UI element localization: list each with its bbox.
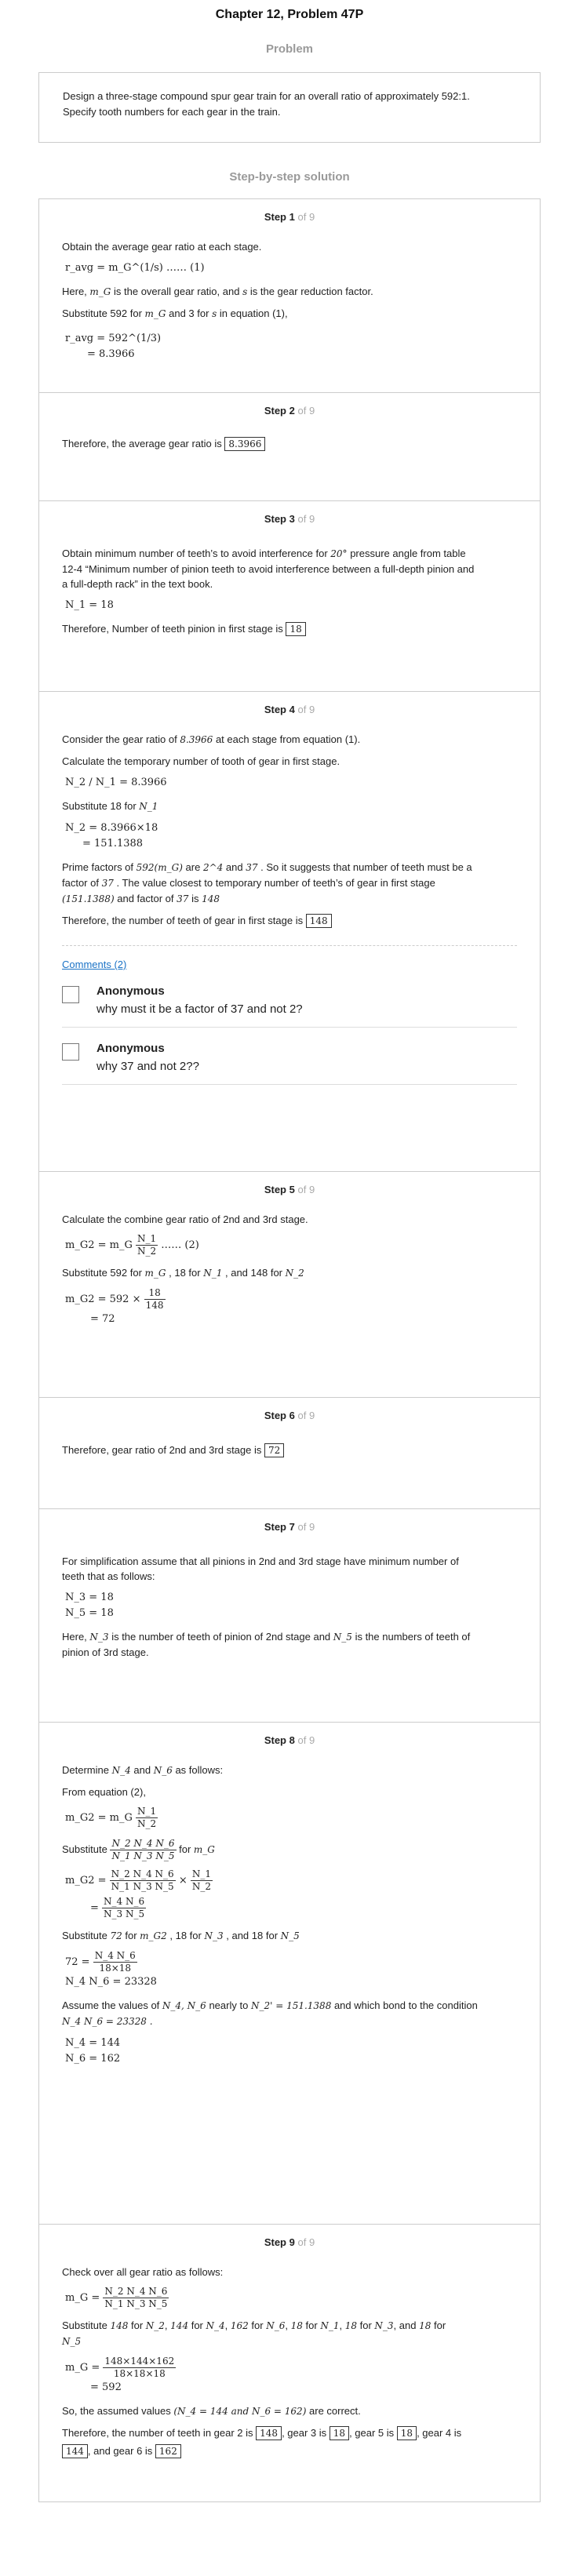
step-text: Therefore, the average gear ratio is 8.3… xyxy=(62,436,517,451)
comment-checkbox[interactable] xyxy=(62,1043,79,1061)
step-title: Step 9 of 9 xyxy=(264,2236,315,2248)
step-text: 12-4 “Minimum number of pinion teeth to … xyxy=(62,563,475,575)
comment-item: Anonymous why must it be a factor of 37 … xyxy=(62,984,517,1028)
answer-box: 148 xyxy=(256,2426,282,2440)
comment-text: why must it be a factor of 37 and not 2? xyxy=(96,1002,303,1016)
equation: 72 = N_4 N_6 18×18 N_4 N_6 = 23328 xyxy=(65,1950,157,1988)
step-title: Step 1 of 9 xyxy=(264,211,315,223)
problem-box: Design a three-stage compound spur gear … xyxy=(38,72,541,143)
step-text: (151.1388) and factor of 37 is 148 xyxy=(62,893,220,904)
step-text: Check over all gear ratio as follows: xyxy=(62,2266,224,2278)
comment-author: Anonymous xyxy=(96,984,165,998)
step-text: So, the assumed values (N_4 = 144 and N_… xyxy=(62,2405,361,2417)
chapter-title: Chapter 12, Problem 47P xyxy=(215,8,364,21)
step-text: Substitute 592 for m_G and 3 for s in eq… xyxy=(62,307,288,319)
step-3: Step 3 of 9 Obtain minimum number of tee… xyxy=(39,501,540,692)
equation: m_G2 = m_G N_1 N_2 xyxy=(65,1806,158,1829)
step-title: Step 4 of 9 xyxy=(264,704,315,715)
step-8: Step 8 of 9 Determine N_4 and N_6 as fol… xyxy=(39,1723,540,2225)
step-text: N_5 xyxy=(62,2336,82,2347)
step-title: Step 6 of 9 xyxy=(264,1410,315,1421)
step-title: Step 7 of 9 xyxy=(264,1521,315,1533)
step-text: a full-depth rack” in the text book. xyxy=(62,578,213,590)
comments-section: Comments (2) Anonymous why must it be a … xyxy=(62,945,517,1085)
step-text: Determine N_4 and N_6 as follows: xyxy=(62,1764,224,1776)
step-text: Calculate the combine gear ratio of 2nd … xyxy=(62,1213,308,1225)
comment-text: why 37 and not 2?? xyxy=(96,1060,199,1073)
equation: m_G2 = N_2 N_4 N_6 N_1 N_3 N_5 × N_1 N_2 =… xyxy=(65,1868,213,1919)
answer-box: 148 xyxy=(305,914,332,928)
solution-page: Chapter 12, Problem 47P Problem Design a… xyxy=(0,0,579,2502)
equation: r_avg = m_G^(1/s) …… (1) xyxy=(65,262,205,274)
step-text: pinion of 3rd stage. xyxy=(62,1646,149,1658)
equation: N_2 / N_1 = 8.3966 xyxy=(65,777,167,788)
answer-box: 8.3966 xyxy=(224,437,266,451)
step-1: Step 1 of 9 Obtain the average gear rati… xyxy=(39,199,540,393)
step-text: Prime factors of 592(m_G) are 2^4 and 37… xyxy=(62,861,472,873)
equation: m_G2 = m_G N_1 N_2 …… (2) xyxy=(65,1233,199,1257)
step-title: Step 2 of 9 xyxy=(264,405,315,417)
step-text: Substitute 18 for N_1 xyxy=(62,800,158,812)
answer-box: 144 xyxy=(62,2444,88,2458)
step-text: teeth that as follows: xyxy=(62,1570,155,1582)
step-title: Step 8 of 9 xyxy=(264,1734,315,1746)
answer-box: 162 xyxy=(155,2444,181,2458)
step-title: Step 5 of 9 xyxy=(264,1184,315,1195)
answer-box: 18 xyxy=(286,622,306,636)
step-text: Obtain minimum number of teeth’s to avoi… xyxy=(62,548,466,559)
step-title: Step 3 of 9 xyxy=(264,513,315,525)
equation: N_3 = 18 N_5 = 18 xyxy=(65,1592,114,1619)
equation: N_1 = 18 xyxy=(65,599,114,611)
equation: m_G2 = 592 × 18 148 = 72 xyxy=(65,1287,166,1325)
equation: r_avg = 592^(1/3) = 8.3966 xyxy=(65,333,162,360)
comment-author: Anonymous xyxy=(96,1042,165,1055)
step-text: From equation (2), xyxy=(62,1786,146,1798)
steps-container: Step 1 of 9 Obtain the average gear rati… xyxy=(38,198,541,2502)
step-text: Therefore, Number of teeth pinion in fir… xyxy=(62,621,517,636)
equation: m_G = N_2 N_4 N_6 N_1 N_3 N_5 xyxy=(65,2286,169,2309)
answer-box: 18 xyxy=(396,2426,417,2440)
equation: N_4 = 144 N_6 = 162 xyxy=(65,2037,121,2065)
step-6: Step 6 of 9 Therefore, gear ratio of 2nd… xyxy=(39,1398,540,1509)
comments-link[interactable]: Comments (2) xyxy=(62,959,126,970)
comment-item: Anonymous why 37 and not 2?? xyxy=(62,1042,517,1085)
step-text: Therefore, the number of teeth of gear i… xyxy=(62,913,517,928)
step-text: Here, N_3 is the number of teeth of pini… xyxy=(62,1631,471,1643)
equation: m_G = 148×144×162 18×18×18 = 592 xyxy=(65,2356,177,2393)
step-text: N_4 N_6 = 23328 . xyxy=(62,2016,153,2027)
problem-heading: Problem xyxy=(265,42,313,56)
step-text: factor of 37 . The value closest to temp… xyxy=(62,877,435,889)
answer-box: 72 xyxy=(264,1443,285,1457)
step-4: Step 4 of 9 Consider the gear ratio of 8… xyxy=(39,692,540,1172)
answer-box: 18 xyxy=(329,2426,350,2440)
solution-heading: Step-by-step solution xyxy=(229,170,350,184)
step-text: Here, m_G is the overall gear ratio, and… xyxy=(62,286,373,297)
step-text: Therefore, the number of teeth in gear 2… xyxy=(62,2426,462,2440)
step-text: Calculate the temporary number of tooth … xyxy=(62,755,340,767)
step-text: 144, and gear 6 is 162 xyxy=(62,2443,517,2458)
step-text: For simplification assume that all pinio… xyxy=(62,1555,459,1567)
step-text: Substitute 72 for m_G2 , 18 for N_3 , an… xyxy=(62,1930,300,1941)
comment-checkbox[interactable] xyxy=(62,986,79,1003)
equation: N_2 = 8.3966×18 = 151.1388 xyxy=(65,822,158,850)
step-text: Therefore, gear ratio of 2nd and 3rd sta… xyxy=(62,1443,517,1457)
step-text: Assume the values of N_4, N_6 nearly to … xyxy=(62,1999,478,2011)
problem-text-line-1: Design a three-stage compound spur gear … xyxy=(63,90,470,102)
step-text: Substitute 592 for m_G , 18 for N_1 , an… xyxy=(62,1267,304,1279)
step-text: Substitute 148 for N_2, 144 for N_4, 162… xyxy=(62,2319,446,2331)
problem-text-line-2: Specify tooth numbers for each gear in t… xyxy=(63,106,281,118)
step-5: Step 5 of 9 Calculate the combine gear r… xyxy=(39,1172,540,1398)
step-text: Consider the gear ratio of 8.3966 at eac… xyxy=(62,733,361,745)
step-2: Step 2 of 9 Therefore, the average gear … xyxy=(39,393,540,501)
step-text: Obtain the average gear ratio at each st… xyxy=(62,241,262,253)
step-7: Step 7 of 9 For simplification assume th… xyxy=(39,1509,540,1723)
step-text: Substitute N_2 N_4 N_6 N_1 N_3 N_5 for m_… xyxy=(62,1838,215,1861)
step-9: Step 9 of 9 Check over all gear ratio as… xyxy=(39,2225,540,2501)
